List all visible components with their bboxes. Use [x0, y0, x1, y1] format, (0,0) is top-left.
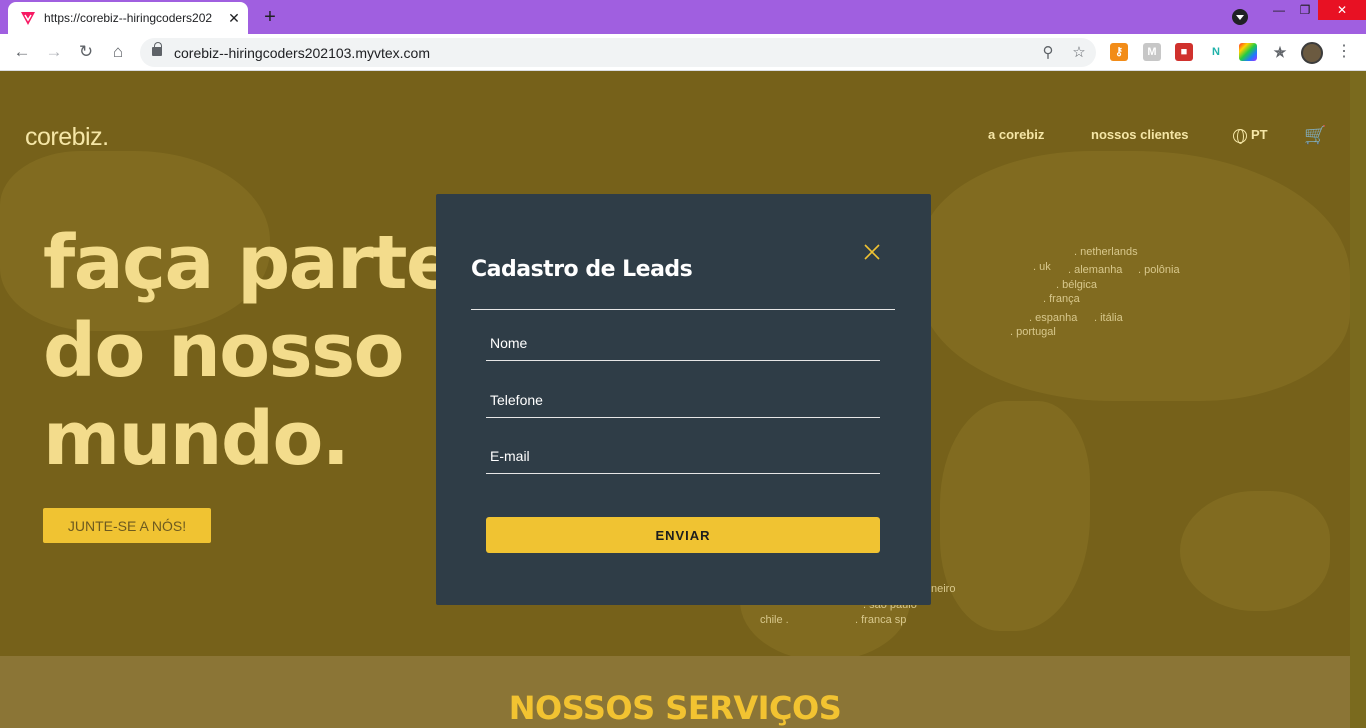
- map-city-label: . frança: [1043, 293, 1080, 305]
- tab-title: https://corebiz--hiringcoders202: [44, 11, 213, 25]
- bookmark-star-icon[interactable]: ☆: [1069, 43, 1089, 63]
- map-city-label: . alemanha: [1068, 264, 1123, 276]
- map-city-label: . uk: [1033, 261, 1051, 273]
- close-icon[interactable]: [863, 243, 881, 261]
- map-city-label: neiro: [931, 583, 956, 595]
- color-picker-extension-icon[interactable]: [1239, 43, 1257, 61]
- map-city-label: . bélgica: [1056, 279, 1097, 291]
- browser-tab[interactable]: https://corebiz--hiringcoders202 ✕: [8, 2, 248, 34]
- tab-close-icon[interactable]: ✕: [226, 10, 242, 26]
- browser-menu-icon[interactable]: ⋮: [1334, 42, 1354, 62]
- hero-headline-line-1: faça parte: [43, 220, 456, 306]
- page-scrollbar[interactable]: [1350, 71, 1366, 728]
- language-selector[interactable]: PT: [1251, 127, 1268, 142]
- forward-arrow-icon[interactable]: →: [43, 41, 65, 63]
- home-icon[interactable]: ⌂: [107, 41, 129, 63]
- m-extension-icon[interactable]: M: [1143, 43, 1161, 61]
- nav-link-clients[interactable]: nossos clientes: [1091, 127, 1189, 142]
- email-field[interactable]: [486, 438, 880, 474]
- lead-form-modal: Cadastro de Leads ENVIAR: [436, 194, 931, 605]
- new-tab-button[interactable]: +: [258, 6, 282, 28]
- globe-icon[interactable]: [1233, 129, 1247, 144]
- game-extension-icon[interactable]: ■: [1175, 43, 1193, 61]
- map-city-label: . itália: [1094, 312, 1123, 324]
- map-oceania-shape: [1180, 491, 1330, 611]
- cart-icon[interactable]: 🛒: [1304, 125, 1326, 146]
- modal-divider: [471, 309, 895, 310]
- nav-link-about[interactable]: a corebiz: [988, 127, 1044, 142]
- modal-title: Cadastro de Leads: [471, 257, 693, 282]
- hero-headline: faça parte do nosso mundo.: [43, 219, 456, 483]
- lock-icon: [152, 42, 162, 56]
- n-extension-icon[interactable]: N: [1207, 43, 1225, 61]
- profile-avatar[interactable]: [1301, 42, 1323, 64]
- url-text[interactable]: corebiz--hiringcoders202103.myvtex.com: [174, 45, 430, 61]
- hero-headline-line-3: mundo.: [43, 396, 350, 482]
- web-page: corebiz. a corebiz nossos clientes PT 🛒 …: [0, 71, 1366, 728]
- tab-search-icon[interactable]: [1232, 9, 1248, 25]
- browser-toolbar: ← → ↻ ⌂ corebiz--hiringcoders202103.myvt…: [0, 34, 1366, 71]
- name-field[interactable]: [486, 325, 880, 361]
- reload-icon[interactable]: ↻: [75, 41, 97, 63]
- address-bar[interactable]: corebiz--hiringcoders202103.myvtex.com ⚲…: [140, 38, 1096, 67]
- key-extension-icon[interactable]: ⚷: [1110, 43, 1128, 61]
- map-city-label: . netherlands: [1074, 246, 1138, 258]
- map-city-label: . espanha: [1029, 312, 1078, 324]
- window-close-button[interactable]: ✕: [1318, 0, 1366, 20]
- submit-button[interactable]: ENVIAR: [486, 517, 880, 553]
- map-africa-shape: [940, 401, 1090, 631]
- map-europe-asia-shape: [920, 151, 1350, 401]
- map-city-label: . polônia: [1138, 264, 1180, 276]
- join-us-button[interactable]: JUNTE-SE A NÓS!: [43, 508, 211, 543]
- hero-headline-line-2: do nosso: [43, 308, 405, 394]
- map-city-label: . franca sp: [855, 614, 907, 626]
- back-arrow-icon[interactable]: ←: [11, 41, 33, 63]
- map-city-label: . portugal: [1010, 326, 1056, 338]
- vtex-favicon-icon: [21, 12, 35, 25]
- browser-tab-strip: https://corebiz--hiringcoders202 ✕ + — ❐…: [0, 0, 1366, 34]
- zoom-icon[interactable]: ⚲: [1038, 43, 1058, 63]
- extensions-puzzle-icon[interactable]: ✯: [1271, 43, 1289, 61]
- services-title: NOSSOS SERVIÇOS: [508, 689, 842, 727]
- map-city-label: chile .: [760, 614, 789, 626]
- corebiz-logo[interactable]: corebiz.: [25, 123, 109, 152]
- phone-field[interactable]: [486, 382, 880, 418]
